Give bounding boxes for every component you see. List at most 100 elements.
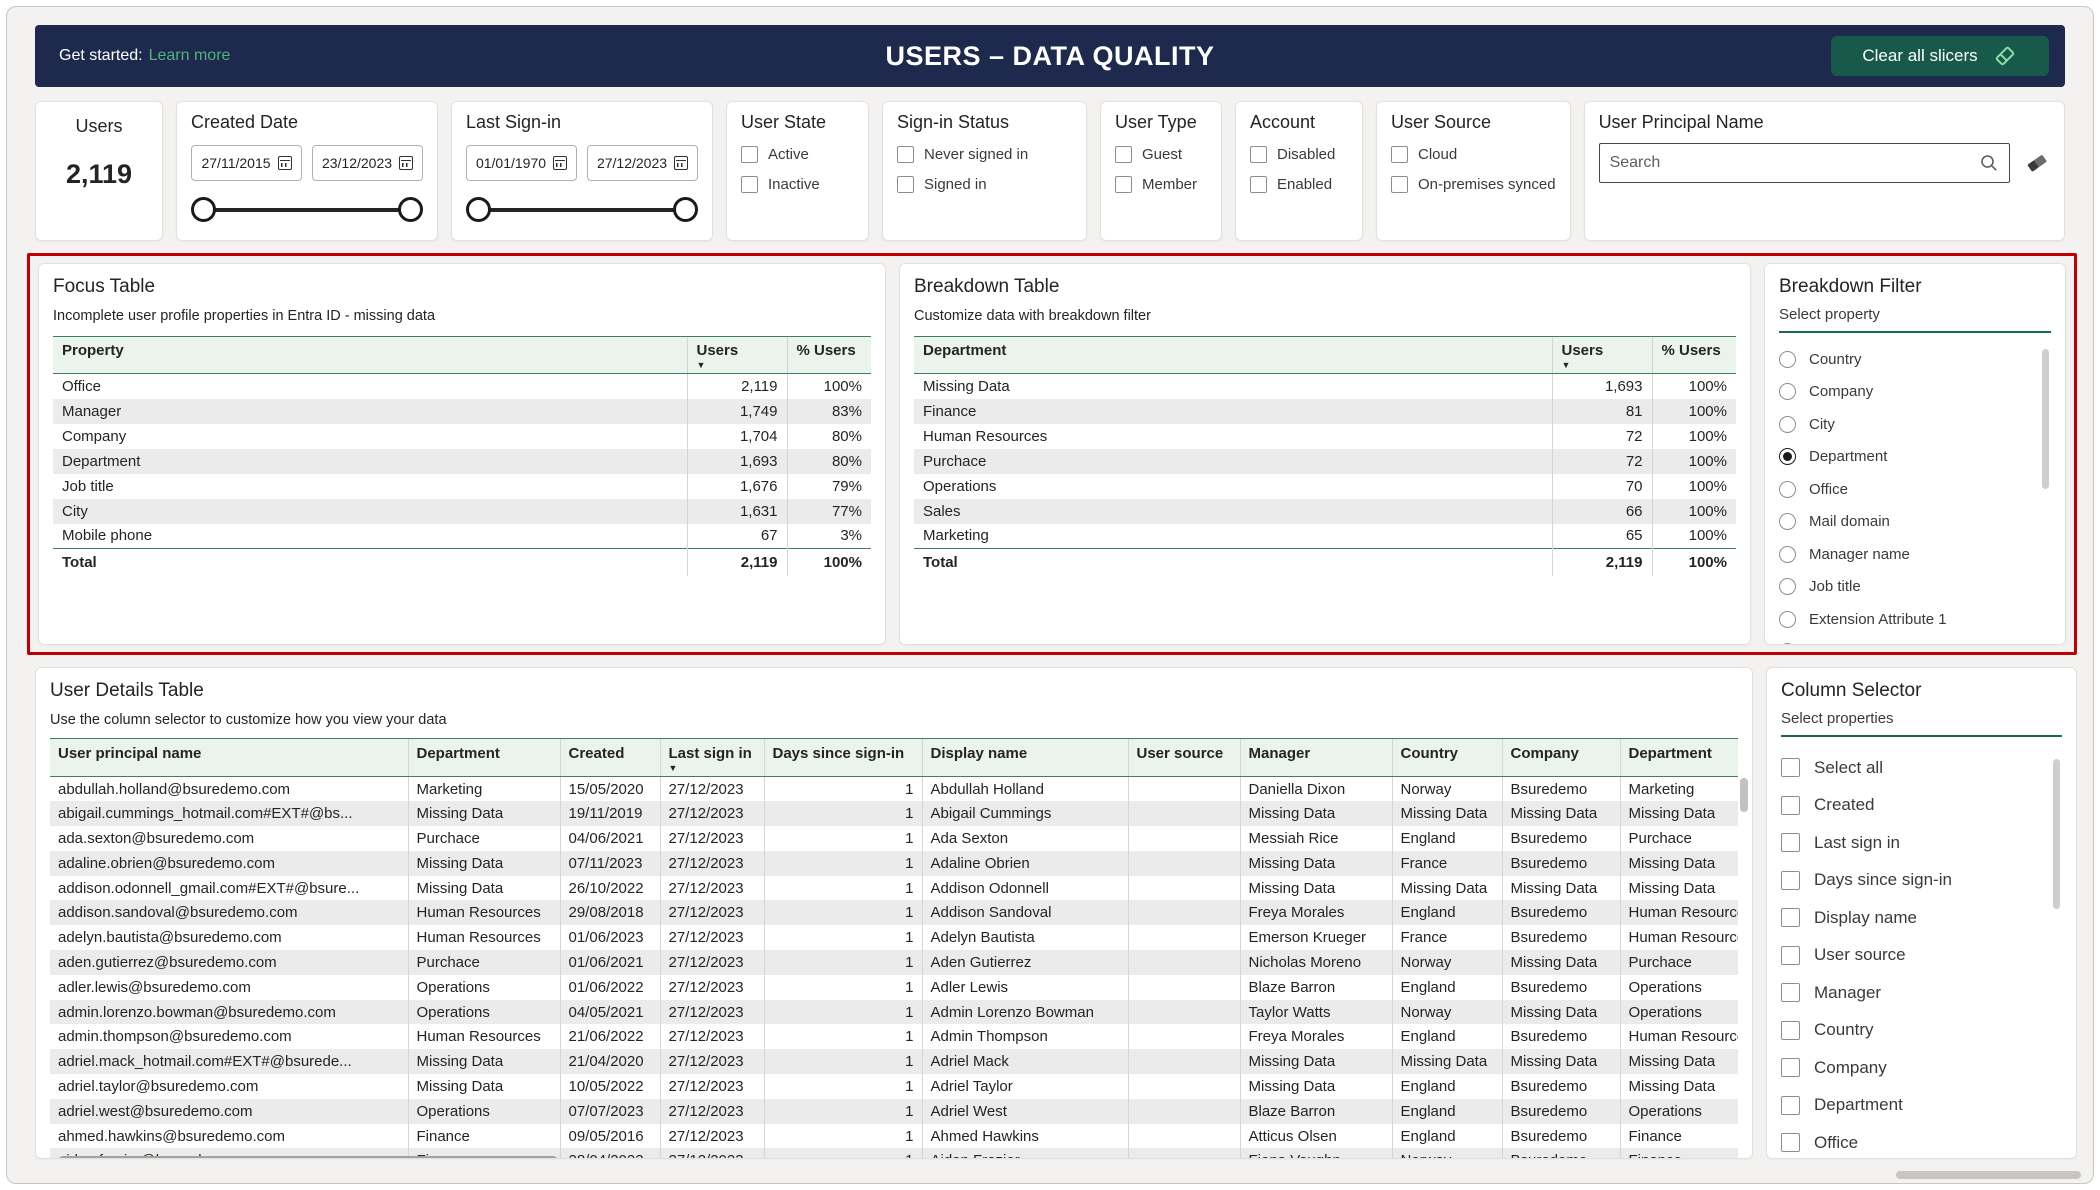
radio-option-office[interactable]: Office [1779, 473, 2051, 506]
checkbox-option-guest[interactable]: Guest [1115, 146, 1207, 163]
horizontal-scrollbar-thumb[interactable] [58, 1156, 558, 1159]
slider-handle-end[interactable] [673, 197, 698, 222]
column-header-users[interactable]: Users▼ [1552, 337, 1652, 374]
radio-option-country[interactable]: Country [1779, 343, 2051, 376]
checkbox-option-select-all[interactable]: Select all [1781, 749, 2062, 787]
checkbox-option-enabled[interactable]: Enabled [1250, 176, 1348, 193]
created-date-start-input[interactable]: 27/11/2015 [191, 145, 302, 181]
table-row[interactable]: ahmed.hawkins@bsuredemo.comFinance09/05/… [50, 1124, 1738, 1149]
calendar-icon[interactable] [399, 156, 413, 170]
calendar-icon[interactable] [278, 156, 292, 170]
upn-search-input[interactable] [1610, 154, 1979, 172]
upn-search-box[interactable] [1599, 143, 2010, 183]
column-header-last-sign-in[interactable]: Last sign in▼ [660, 739, 764, 777]
table-row[interactable]: Marketing65100% [914, 524, 1736, 549]
checkbox-option-department[interactable]: Department [1781, 1087, 2062, 1125]
table-row[interactable]: Company1,70480% [53, 424, 871, 449]
table-row[interactable]: Sales66100% [914, 499, 1736, 524]
table-row[interactable]: ada.sexton@bsuredemo.comPurchace04/06/20… [50, 826, 1738, 851]
table-row[interactable]: Department1,69380% [53, 449, 871, 474]
checkbox-option-active[interactable]: Active [741, 146, 854, 163]
column-header-display-name[interactable]: Display name [922, 739, 1128, 777]
slider-handle-start[interactable] [466, 197, 491, 222]
radio-option-job-title[interactable]: Job title [1779, 571, 2051, 604]
column-header-user-principal-name[interactable]: User principal name [50, 739, 408, 777]
column-header-user-source[interactable]: User source [1128, 739, 1240, 777]
checkbox-option-created[interactable]: Created [1781, 787, 2062, 825]
table-row[interactable]: adelyn.bautista@bsuredemo.comHuman Resou… [50, 925, 1738, 950]
checkbox-option-cloud[interactable]: Cloud [1391, 146, 1556, 163]
checkbox-option-signed-in[interactable]: Signed in [897, 176, 1072, 193]
created-date-range-slider[interactable] [191, 197, 423, 223]
table-row[interactable]: adriel.mack_hotmail.com#EXT#@bsurede...M… [50, 1049, 1738, 1074]
column-header-created[interactable]: Created [560, 739, 660, 777]
checkbox-option-company[interactable]: Company [1781, 1049, 2062, 1087]
vertical-scrollbar-thumb[interactable] [1740, 778, 1748, 812]
page-scrollbar-thumb[interactable] [1896, 1171, 2081, 1179]
table-row[interactable]: Finance81100% [914, 399, 1736, 424]
checkbox-option-last-sign-in[interactable]: Last sign in [1781, 824, 2062, 862]
learn-more-link[interactable]: Learn more [149, 47, 231, 64]
table-row[interactable]: admin.thompson@bsuredemo.comHuman Resour… [50, 1024, 1738, 1049]
created-date-end-input[interactable]: 23/12/2023 [312, 145, 423, 181]
column-header-company[interactable]: Company [1502, 739, 1620, 777]
radio-option-department[interactable]: Department [1779, 441, 2051, 474]
table-row[interactable]: addison.odonnell_gmail.com#EXT#@bsure...… [50, 876, 1738, 901]
column-header-department[interactable]: Department [1620, 739, 1738, 777]
checkbox-option-member[interactable]: Member [1115, 176, 1207, 193]
radio-option-company[interactable]: Company [1779, 376, 2051, 409]
radio-option-mail-domain[interactable]: Mail domain [1779, 506, 2051, 539]
table-row[interactable]: abdullah.holland@bsuredemo.comMarketing1… [50, 777, 1738, 802]
column-header-country[interactable]: Country [1392, 739, 1502, 777]
column-header-department[interactable]: Department [914, 337, 1552, 374]
column-header-days-since-sign-in[interactable]: Days since sign-in [764, 739, 922, 777]
scrollbar-thumb[interactable] [2053, 759, 2060, 909]
table-row[interactable]: Human Resources72100% [914, 424, 1736, 449]
table-row[interactable]: adriel.west@bsuredemo.comOperations07/07… [50, 1099, 1738, 1124]
last-sign-in-start-input[interactable]: 01/01/1970 [466, 145, 577, 181]
table-row[interactable]: City1,63177% [53, 499, 871, 524]
clear-search-eraser-icon[interactable] [2024, 150, 2050, 176]
table-row[interactable]: Purchace72100% [914, 449, 1736, 474]
clear-all-slicers-button[interactable]: Clear all slicers [1831, 36, 2049, 76]
column-header-users[interactable]: % Users [787, 337, 871, 374]
radio-option-manager-name[interactable]: Manager name [1779, 538, 2051, 571]
checkbox-option-days-since-sign-in[interactable]: Days since sign-in [1781, 862, 2062, 900]
table-row[interactable]: abigail.cummings_hotmail.com#EXT#@bs...M… [50, 801, 1738, 826]
radio-option-extension-attribute-1[interactable]: Extension Attribute 1 [1779, 603, 2051, 636]
table-row[interactable]: admin.lorenzo.bowman@bsuredemo.comOperat… [50, 1000, 1738, 1025]
table-row[interactable]: adaline.obrien@bsuredemo.comMissing Data… [50, 851, 1738, 876]
checkbox-option-inactive[interactable]: Inactive [741, 176, 854, 193]
column-header-users[interactable]: Users▼ [687, 337, 787, 374]
table-row[interactable]: Missing Data1,693100% [914, 374, 1736, 399]
table-row[interactable]: aden.gutierrez@bsuredemo.comPurchace01/0… [50, 950, 1738, 975]
table-row[interactable]: adriel.taylor@bsuredemo.comMissing Data1… [50, 1074, 1738, 1099]
column-header-property[interactable]: Property [53, 337, 687, 374]
table-row[interactable]: Office2,119100% [53, 374, 871, 399]
table-row[interactable]: Manager1,74983% [53, 399, 871, 424]
table-row[interactable]: adler.lewis@bsuredemo.comOperations01/06… [50, 975, 1738, 1000]
checkbox-option-display-name[interactable]: Display name [1781, 899, 2062, 937]
checkbox-option-disabled[interactable]: Disabled [1250, 146, 1348, 163]
column-header-users[interactable]: % Users [1652, 337, 1736, 374]
table-row[interactable]: Operations70100% [914, 474, 1736, 499]
checkbox-option-on-premises-synced[interactable]: On-premises synced [1391, 176, 1556, 193]
last-sign-in-range-slider[interactable] [466, 197, 698, 223]
scrollbar-thumb[interactable] [2042, 349, 2049, 489]
column-header-manager[interactable]: Manager [1240, 739, 1392, 777]
radio-option-city[interactable]: City [1779, 408, 2051, 441]
last-sign-in-end-input[interactable]: 27/12/2023 [587, 145, 698, 181]
checkbox-option-country[interactable]: Country [1781, 1012, 2062, 1050]
column-header-department[interactable]: Department [408, 739, 560, 777]
calendar-icon[interactable] [674, 156, 688, 170]
table-row[interactable]: Mobile phone673% [53, 524, 871, 549]
checkbox-option-manager[interactable]: Manager [1781, 974, 2062, 1012]
slider-handle-end[interactable] [398, 197, 423, 222]
checkbox-option-office[interactable]: Office [1781, 1124, 2062, 1159]
table-row[interactable]: addison.sandoval@bsuredemo.comHuman Reso… [50, 900, 1738, 925]
checkbox-option-user-source[interactable]: User source [1781, 937, 2062, 975]
checkbox-option-never-signed-in[interactable]: Never signed in [897, 146, 1072, 163]
table-row[interactable]: Job title1,67679% [53, 474, 871, 499]
radio-option-extension-attribute-2[interactable]: Extension Attribute 2 [1779, 636, 2051, 646]
calendar-icon[interactable] [553, 156, 567, 170]
